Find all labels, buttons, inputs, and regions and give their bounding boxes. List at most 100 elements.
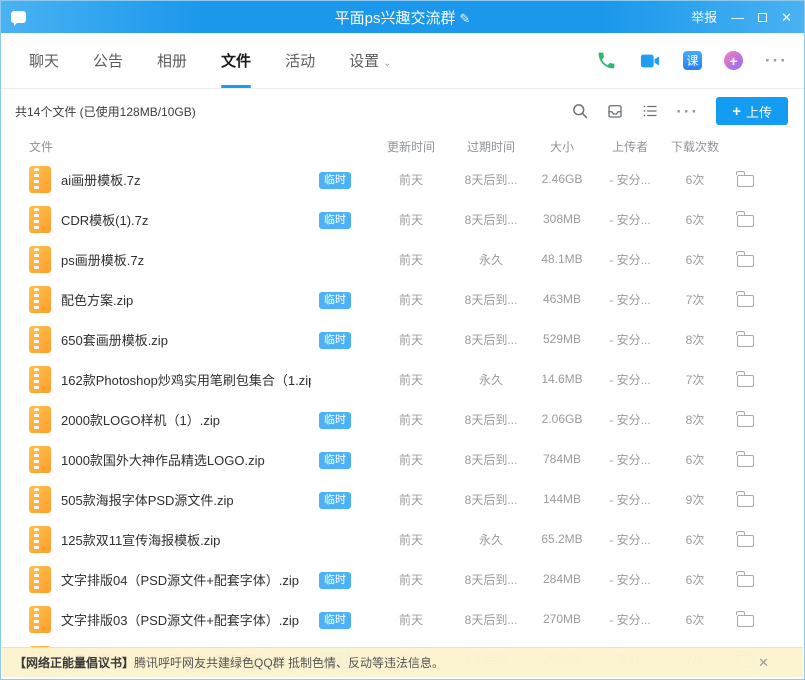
report-button[interactable]: 举报 [691,11,717,24]
maximize-button[interactable] [758,13,767,22]
file-size: 284MB [529,572,595,586]
zip-file-icon [29,526,51,553]
file-uploader: - 安分... [595,531,665,548]
file-expiry: 8天后到... [453,451,529,468]
tab-files[interactable]: 文件 [221,33,251,88]
save-to-folder-button[interactable] [725,612,765,627]
file-name: 505款海报字体PSD源文件.zip [61,490,311,509]
tab-announcements[interactable]: 公告 [93,33,123,88]
file-count-summary: 共14个文件 (已使用128MB/10GB) [15,103,196,120]
folder-icon [737,375,754,387]
notice-banner: 【网络正能量倡议书】 腾讯呼吁网友共建绿色QQ群 抵制色情、反动等违法信息。 ✕ [2,647,803,677]
nav-more-icon[interactable]: ··· [765,52,788,69]
close-button[interactable]: ✕ [781,11,792,24]
save-to-folder-button[interactable] [725,572,765,587]
voice-call-icon[interactable] [596,50,617,71]
file-expiry: 8天后到... [453,211,529,228]
file-downloads: 6次 [665,211,725,228]
table-row[interactable]: 配色方案.zip 临时 前天 8天后到... 463MB - 安分... 7次 [1,279,804,319]
titlebar: 平面ps兴趣交流群✎ 举报 — ✕ [1,1,804,33]
file-name: CDR模板(1).7z [61,210,311,229]
folder-icon [737,415,754,427]
table-row[interactable]: 125款双11宣传海报模板.zip 临时 前天 永久 65.2MB - 安分..… [1,519,804,559]
tab-settings[interactable]: 设置⌄ [349,33,391,88]
save-to-folder-button[interactable] [725,172,765,187]
folder-icon [737,175,754,187]
temp-badge: 临时 [319,332,351,349]
tab-activities[interactable]: 活动 [285,33,315,88]
file-updated: 前天 [369,331,453,348]
banner-close-icon[interactable]: ✕ [758,655,769,671]
file-downloads: 6次 [665,251,725,268]
save-to-folder-button[interactable] [725,292,765,307]
file-name: 125款双11宣传海报模板.zip [61,530,311,549]
list-view-icon[interactable] [641,102,659,120]
video-call-icon[interactable] [639,51,661,71]
file-downloads: 8次 [665,331,725,348]
save-to-folder-button[interactable] [725,412,765,427]
temp-badge: 临时 [319,172,351,189]
table-row[interactable]: CDR模板(1).7z 临时 前天 8天后到... 308MB - 安分... … [1,199,804,239]
table-row[interactable]: 162款Photoshop炒鸡实用笔刷包集合（1.zip 临时 前天 永久 14… [1,359,804,399]
folder-icon [737,255,754,267]
temp-badge: 临时 [319,572,351,589]
file-expiry: 8天后到... [453,491,529,508]
table-row[interactable]: ai画册模板.7z 临时 前天 8天后到... 2.46GB - 安分... 6… [1,159,804,199]
folder-icon [737,215,754,227]
file-updated: 前天 [369,531,453,548]
table-row[interactable]: 文字排版04（PSD源文件+配套字体）.zip 临时 前天 8天后到... 28… [1,559,804,599]
zip-file-icon [29,246,51,273]
table-row[interactable]: 文字排版03（PSD源文件+配套字体）.zip 临时 前天 8天后到... 27… [1,599,804,639]
temp-badge: 临时 [319,452,351,469]
zip-file-icon [29,406,51,433]
save-to-folder-button[interactable] [725,332,765,347]
file-updated: 前天 [369,171,453,188]
group-class-icon[interactable]: 课 [683,51,702,70]
chevron-down-icon: ⌄ [383,58,391,69]
minimize-button[interactable]: — [731,11,744,24]
file-size: 270MB [529,612,595,626]
save-to-folder-button[interactable] [725,372,765,387]
col-header-downloads: 下载次数 [665,138,725,155]
save-to-folder-button[interactable] [725,532,765,547]
save-to-folder-button[interactable] [725,492,765,507]
temp-badge: 临时 [319,212,351,229]
tab-albums[interactable]: 相册 [157,33,187,88]
file-uploader: - 安分... [595,411,665,428]
search-icon[interactable] [571,102,589,120]
add-app-icon[interactable]: + [724,51,743,70]
file-size: 463MB [529,292,595,306]
window-title-area: 平面ps兴趣交流群✎ [1,7,804,28]
file-size: 144MB [529,492,595,506]
save-to-folder-button[interactable] [725,212,765,227]
inbox-icon[interactable] [606,102,624,120]
edit-title-icon[interactable]: ✎ [459,11,470,26]
file-updated: 前天 [369,251,453,268]
col-header-uploader: 上传者 [595,138,665,155]
save-to-folder-button[interactable] [725,452,765,467]
file-updated: 前天 [369,571,453,588]
file-updated: 前天 [369,291,453,308]
file-size: 2.46GB [529,172,595,186]
file-expiry: 8天后到... [453,291,529,308]
folder-icon [737,535,754,547]
table-row[interactable]: 650套画册模板.zip 临时 前天 8天后到... 529MB - 安分...… [1,319,804,359]
upload-button[interactable]: + 上传 [716,97,788,125]
file-downloads: 7次 [665,291,725,308]
zip-file-icon [29,606,51,633]
save-to-folder-button[interactable] [725,252,765,267]
file-downloads: 9次 [665,491,725,508]
table-row[interactable]: 1000款国外大神作品精选LOGO.zip 临时 前天 8天后到... 784M… [1,439,804,479]
toolbar-more-icon[interactable]: ··· [676,103,699,120]
file-expiry: 8天后到... [453,171,529,188]
tab-chat[interactable]: 聊天 [29,33,59,88]
file-updated: 前天 [369,211,453,228]
file-uploader: - 安分... [595,251,665,268]
file-size: 14.6MB [529,372,595,386]
file-expiry: 永久 [453,251,529,268]
table-row[interactable]: 505款海报字体PSD源文件.zip 临时 前天 8天后到... 144MB -… [1,479,804,519]
table-row[interactable]: 2000款LOGO样机（1）.zip 临时 前天 8天后到... 2.06GB … [1,399,804,439]
table-row[interactable]: ps画册模板.7z 临时 前天 永久 48.1MB - 安分... 6次 [1,239,804,279]
file-downloads: 8次 [665,411,725,428]
file-size: 529MB [529,332,595,346]
